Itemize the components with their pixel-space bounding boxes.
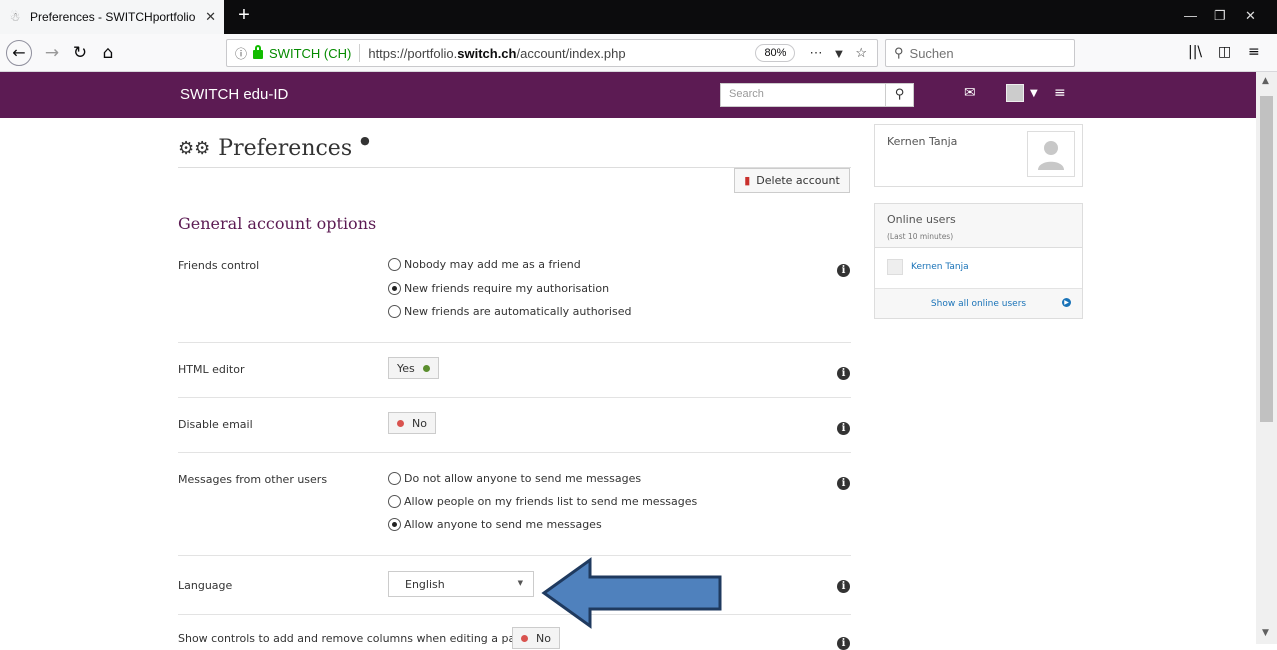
zoom-level[interactable]: 80%	[755, 44, 796, 62]
friends-option-automatic[interactable]: New friends are automatically authorised	[388, 305, 631, 318]
online-users-header: Online users (Last 10 minutes)	[875, 204, 1082, 248]
columns-controls-label: Show controls to add and remove columns …	[178, 632, 529, 645]
friends-option-authorisation[interactable]: New friends require my authorisation	[388, 282, 609, 295]
browser-nav-bar: ← → ↻ ⌂ ⓘ SWITCH (CH) https://portfolio.…	[0, 34, 1277, 72]
online-user-item[interactable]: Kernen Tanja	[887, 259, 969, 275]
profile-avatar[interactable]	[1027, 131, 1075, 177]
row-divider	[178, 342, 851, 343]
lock-icon[interactable]	[253, 44, 264, 59]
page-title: ⚙⚙ Preferences ●	[178, 133, 370, 161]
language-label: Language	[178, 579, 233, 592]
messages-label: Messages from other users	[178, 473, 328, 486]
row-divider	[178, 555, 851, 556]
row-divider	[178, 397, 851, 398]
html-editor-toggle[interactable]: Yes	[388, 357, 439, 379]
show-all-online-users-link[interactable]: Show all online users	[875, 299, 1082, 309]
row-divider	[178, 452, 851, 453]
arrow-circle-right-icon[interactable]: ▶	[1062, 298, 1071, 307]
back-arrow-icon[interactable]: ←	[6, 40, 32, 66]
site-search-button[interactable]: ⚲	[886, 83, 914, 107]
messages-info-icon[interactable]: i	[837, 477, 850, 490]
section-heading: General account options	[178, 214, 377, 233]
disable-email-info-icon[interactable]: i	[837, 422, 850, 435]
html-editor-label: HTML editor	[178, 363, 245, 376]
online-users-title: Online users	[887, 213, 956, 226]
minimize-icon[interactable]: —	[1184, 8, 1197, 23]
url-divider	[359, 44, 361, 62]
language-info-icon[interactable]: i	[837, 580, 850, 593]
home-icon[interactable]: ⌂	[98, 40, 118, 66]
user-silhouette-icon	[1038, 141, 1064, 170]
tab-title: Preferences - SWITCHportfolio	[30, 10, 196, 24]
online-users-footer: Show all online users ▶	[875, 288, 1082, 318]
info-icon[interactable]: ⓘ	[235, 45, 247, 62]
site-search-input[interactable]: Search	[720, 83, 886, 107]
bookmark-star-icon[interactable]: ☆	[855, 45, 869, 61]
user-avatar[interactable]	[1006, 84, 1024, 102]
info-circle-icon[interactable]: ●	[360, 134, 370, 147]
html-editor-info-icon[interactable]: i	[837, 367, 850, 380]
messages-option-friends[interactable]: Allow people on my friends list to send …	[388, 495, 697, 508]
messages-option-none[interactable]: Do not allow anyone to send me messages	[388, 472, 641, 485]
disable-email-label: Disable email	[178, 418, 253, 431]
search-icon: ⚲	[894, 45, 904, 60]
toggle-off-dot	[397, 419, 404, 427]
browser-tab-bar: ☃ Preferences - SWITCHportfolio ✕ + — ❐ …	[0, 0, 1277, 34]
disable-email-toggle[interactable]: No	[388, 412, 436, 434]
chevron-down-icon[interactable]: ▼	[1030, 88, 1038, 99]
page-actions-icon[interactable]: ⋯	[809, 45, 824, 61]
reload-icon[interactable]: ↻	[70, 40, 90, 66]
delete-account-button[interactable]: ▮ Delete account	[734, 168, 850, 193]
menu-icon[interactable]: ≡	[1248, 44, 1260, 60]
radio-button[interactable]	[388, 472, 401, 485]
pocket-icon[interactable]: ▼	[832, 46, 847, 61]
radio-button-selected[interactable]	[388, 282, 401, 295]
profile-box: Kernen Tanja	[874, 124, 1083, 187]
envelope-icon[interactable]: ✉	[964, 85, 976, 101]
columns-controls-toggle[interactable]: No	[512, 627, 560, 649]
browser-search-bar[interactable]: ⚲ Suchen	[885, 39, 1075, 67]
sidebar-toggle-icon[interactable]: ◫	[1218, 44, 1231, 60]
page-scrollbar[interactable]: ▲ ▼	[1256, 72, 1277, 644]
radio-button-selected[interactable]	[388, 518, 401, 531]
new-tab-icon[interactable]: +	[234, 5, 254, 26]
browser-tab[interactable]: ☃ Preferences - SWITCHportfolio ✕	[0, 0, 224, 34]
browser-search-placeholder: Suchen	[909, 45, 954, 61]
friends-control-label: Friends control	[178, 259, 260, 272]
site-title[interactable]: SWITCH edu-ID	[180, 86, 288, 103]
page-favicon-icon: ☃	[9, 10, 21, 24]
row-divider	[178, 614, 851, 615]
messages-option-anyone[interactable]: Allow anyone to send me messages	[388, 518, 602, 531]
scrollbar-thumb[interactable]	[1260, 96, 1273, 422]
trash-icon: ▮	[744, 174, 751, 187]
tab-close-icon[interactable]: ✕	[205, 9, 216, 25]
window-close-icon[interactable]: ✕	[1245, 8, 1256, 24]
hamburger-menu-icon[interactable]: ≡	[1054, 85, 1066, 101]
restore-icon[interactable]: ❐	[1214, 8, 1226, 24]
online-users-subtitle: (Last 10 minutes)	[887, 232, 954, 241]
radio-button[interactable]	[388, 305, 401, 318]
profile-name[interactable]: Kernen Tanja	[887, 135, 957, 148]
user-silhouette-icon	[887, 259, 903, 275]
cogs-icon: ⚙⚙	[178, 137, 211, 159]
toggle-off-dot	[521, 634, 528, 642]
forward-arrow-icon[interactable]: →	[42, 40, 62, 66]
scroll-up-icon[interactable]: ▲	[1262, 76, 1269, 86]
annotation-arrow	[541, 557, 722, 629]
url-text[interactable]: https://portfolio.switch.ch/account/inde…	[368, 46, 755, 61]
friends-info-icon[interactable]: i	[837, 264, 850, 277]
site-header: SWITCH edu-ID Search ⚲ ✉ ▼ ≡	[0, 72, 1256, 118]
toggle-on-dot	[422, 364, 430, 372]
radio-button[interactable]	[388, 495, 401, 508]
library-icon[interactable]: ||\	[1188, 44, 1202, 60]
caret-down-icon: ▼	[517, 579, 523, 587]
friends-option-nobody[interactable]: Nobody may add me as a friend	[388, 258, 581, 271]
online-users-box: Online users (Last 10 minutes) Kernen Ta…	[874, 203, 1083, 319]
site-identity[interactable]: SWITCH (CH)	[269, 46, 351, 61]
radio-button[interactable]	[388, 258, 401, 271]
url-bar[interactable]: ⓘ SWITCH (CH) https://portfolio.switch.c…	[226, 39, 878, 67]
scroll-down-icon[interactable]: ▼	[1262, 628, 1269, 638]
language-select[interactable]: English ▼	[388, 571, 534, 597]
